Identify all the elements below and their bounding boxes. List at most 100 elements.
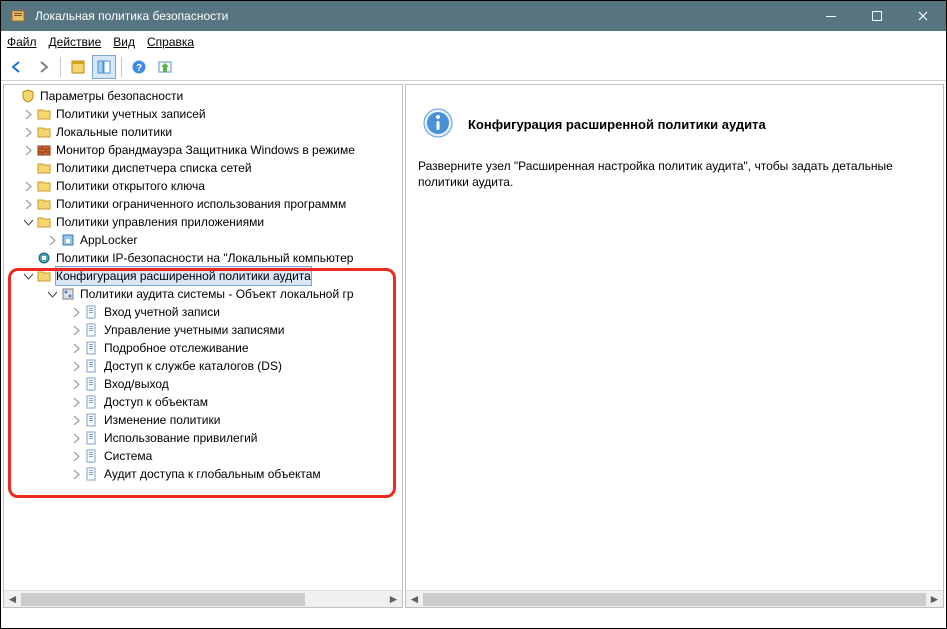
tree-item-audit-e[interactable]: Вход/выход [4,375,402,393]
workspace: Параметры безопасности Политики учетных … [1,81,946,610]
toolbar-separator [60,57,61,77]
scroll-thumb[interactable] [21,593,305,606]
scroll-left-icon[interactable]: ◄ [406,591,423,608]
tree-item-applocker[interactable]: AppLocker [4,231,402,249]
chevron-right-icon[interactable] [20,178,36,194]
forward-button[interactable] [31,55,55,79]
tree-item-audit-j[interactable]: Аудит доступа к глобальным объектам [4,465,402,483]
toolbar: ? [1,53,946,81]
menu-file[interactable]: Файл [7,35,37,49]
audit-category-icon [84,412,100,428]
tree-item-firewall[interactable]: Монитор брандмауэра Защитника Windows в … [4,141,402,159]
details-body: Разверните узел "Расширенная настройка п… [414,152,935,190]
applocker-icon [60,232,76,248]
chevron-right-icon[interactable] [20,196,36,212]
chevron-right-icon[interactable] [20,124,36,140]
help-button[interactable]: ? [127,55,151,79]
status-strip [1,610,946,628]
chevron-right-icon[interactable] [20,106,36,122]
horizontal-scrollbar[interactable]: ◄ ► [4,590,402,607]
scroll-left-icon[interactable]: ◄ [4,591,21,608]
folder-icon [36,196,52,212]
chevron-right-icon[interactable] [44,232,60,248]
horizontal-scrollbar[interactable]: ◄ ► [406,590,943,607]
audit-category-icon [84,430,100,446]
tree-item-advaudit[interactable]: Конфигурация расширенной политики аудита [4,267,402,285]
chevron-right-icon[interactable] [68,376,84,392]
audit-category-icon [84,358,100,374]
tree-item-audit-g[interactable]: Изменение политики [4,411,402,429]
audit-category-icon [84,394,100,410]
chevron-right-icon[interactable] [68,394,84,410]
scroll-thumb[interactable] [423,593,926,606]
tree-item-audit-b[interactable]: Управление учетными записями [4,321,402,339]
audit-category-icon [84,340,100,356]
security-tree[interactable]: Параметры безопасности Политики учетных … [4,85,402,485]
policy-icon [60,286,76,302]
audit-category-icon [84,376,100,392]
tree-item-local-policies[interactable]: Локальные политики [4,123,402,141]
details-header: Конфигурация расширенной политики аудита [414,89,935,152]
menu-view[interactable]: Вид [113,35,135,49]
chevron-right-icon[interactable] [68,304,84,320]
chevron-right-icon[interactable] [68,430,84,446]
shield-icon [20,88,36,104]
window-title: Локальная политика безопасности [35,9,808,23]
firewall-icon [36,142,52,158]
folder-open-icon [36,214,52,230]
tree-item-softrestrict[interactable]: Политики ограниченного использования про… [4,195,402,213]
tree-item-audit-d[interactable]: Доступ к службе каталогов (DS) [4,357,402,375]
tree-item-publickey[interactable]: Политики открытого ключа [4,177,402,195]
app-icon [9,7,27,25]
chevron-right-icon[interactable] [68,340,84,356]
tree-item-sysaudit[interactable]: Политики аудита системы - Объект локальн… [4,285,402,303]
scroll-right-icon[interactable]: ► [926,591,943,608]
tree-item-audit-c[interactable]: Подробное отслеживание [4,339,402,357]
maximize-button[interactable] [854,1,900,31]
tree-item-appctrl[interactable]: Политики управления приложениями [4,213,402,231]
show-hide-tree-button[interactable] [66,55,90,79]
chevron-down-icon[interactable] [20,214,36,230]
menu-bar: Файл Действие Вид Справка [1,31,946,53]
tree-pane: Параметры безопасности Политики учетных … [3,84,403,608]
folder-icon [36,160,52,176]
title-bar: Локальная политика безопасности [1,1,946,31]
chevron-right-icon[interactable] [68,466,84,482]
close-button[interactable] [900,1,946,31]
tree-item-audit-a[interactable]: Вход учетной записи [4,303,402,321]
scroll-right-icon[interactable]: ► [385,591,402,608]
tree-item-ipsec[interactable]: Политики IP-безопасности на "Локальный к… [4,249,402,267]
svg-text:?: ? [136,63,142,74]
tree-item-audit-h[interactable]: Использование привилегий [4,429,402,447]
chevron-right-icon[interactable] [68,358,84,374]
back-button[interactable] [5,55,29,79]
toolbar-separator [121,57,122,77]
chevron-down-icon[interactable] [44,286,60,302]
tree-item-account-policies[interactable]: Политики учетных записей [4,105,402,123]
details-title: Конфигурация расширенной политики аудита [468,117,766,132]
audit-category-icon [84,322,100,338]
chevron-right-icon[interactable] [68,448,84,464]
folder-open-icon [36,268,52,284]
tree-root[interactable]: Параметры безопасности [4,87,402,105]
audit-category-icon [84,304,100,320]
chevron-right-icon[interactable] [68,322,84,338]
folder-icon [36,178,52,194]
tree-item-netlist[interactable]: Политики диспетчера списка сетей [4,159,402,177]
chevron-right-icon[interactable] [20,142,36,158]
details-pane: Конфигурация расширенной политики аудита… [405,84,944,608]
menu-action[interactable]: Действие [49,35,102,49]
minimize-button[interactable] [808,1,854,31]
folder-icon [36,106,52,122]
chevron-right-icon[interactable] [68,412,84,428]
export-button[interactable] [153,55,177,79]
tree-item-audit-i[interactable]: Система [4,447,402,465]
tree-item-audit-f[interactable]: Доступ к объектам [4,393,402,411]
properties-button[interactable] [92,55,116,79]
info-icon [422,107,454,142]
chevron-down-icon[interactable] [20,268,36,284]
ipsec-icon [36,250,52,266]
folder-icon [36,124,52,140]
menu-help[interactable]: Справка [147,35,194,49]
audit-category-icon [84,466,100,482]
